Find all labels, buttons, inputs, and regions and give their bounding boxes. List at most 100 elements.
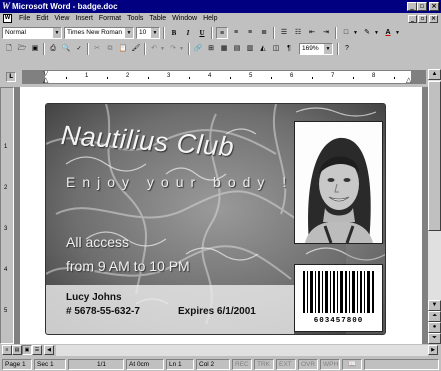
- show-hide-icon[interactable]: ¶: [283, 43, 295, 55]
- print-icon[interactable]: ⎙: [47, 43, 59, 55]
- menu-help[interactable]: Help: [200, 13, 220, 25]
- spelling-status-icon[interactable]: 📖: [342, 359, 362, 370]
- print-layout-view-icon[interactable]: ▣: [22, 345, 32, 355]
- tab-selector-icon[interactable]: L: [6, 72, 16, 82]
- zoom-select[interactable]: 169% ▼: [299, 43, 333, 55]
- menu-tools[interactable]: Tools: [124, 13, 146, 25]
- chevron-down-icon[interactable]: ▼: [151, 28, 159, 38]
- formatting-toolbar: Normal ▼ Times New Roman ▼ 10 ▼ B I U ≡ …: [0, 25, 441, 41]
- scroll-up-icon[interactable]: ▲: [428, 69, 441, 80]
- status-rec[interactable]: REC: [232, 359, 252, 370]
- scroll-right-icon[interactable]: ▶: [428, 345, 438, 355]
- chevron-down-icon[interactable]: ▼: [125, 28, 133, 38]
- select-browse-object-icon[interactable]: ●: [428, 322, 441, 333]
- highlight-icon[interactable]: ✎: [361, 27, 373, 39]
- chevron-down-icon[interactable]: ▼: [373, 27, 380, 39]
- cut-icon[interactable]: ✂: [91, 43, 103, 55]
- left-indent-icon[interactable]: △: [43, 77, 48, 83]
- save-icon[interactable]: ▣: [29, 43, 41, 55]
- new-icon[interactable]: 🗋: [3, 43, 15, 55]
- close-icon[interactable]: ×: [429, 2, 439, 11]
- italic-button[interactable]: I: [182, 27, 194, 39]
- ruler-label: 2: [126, 73, 130, 79]
- menu-edit[interactable]: Edit: [33, 13, 51, 25]
- toolbar-separator: [337, 43, 339, 55]
- vertical-ruler[interactable]: 1 2 3 4 5: [0, 87, 14, 344]
- align-right-icon[interactable]: ≡: [244, 27, 256, 39]
- open-icon[interactable]: 🗁: [16, 43, 28, 55]
- status-ovr[interactable]: OVR: [298, 359, 318, 370]
- next-page-icon[interactable]: ⏷: [428, 333, 441, 344]
- font-size-select[interactable]: 10 ▼: [136, 27, 160, 39]
- menu-insert[interactable]: Insert: [72, 13, 96, 25]
- align-left-icon[interactable]: ≡: [216, 27, 228, 39]
- scroll-left-icon[interactable]: ◀: [44, 345, 54, 355]
- menu-window[interactable]: Window: [169, 13, 200, 25]
- menu-format[interactable]: Format: [96, 13, 124, 25]
- web-layout-view-icon[interactable]: ▤: [12, 345, 22, 355]
- right-indent-icon[interactable]: △: [406, 77, 411, 83]
- help-icon[interactable]: ?: [341, 43, 353, 55]
- chevron-down-icon[interactable]: ▼: [352, 27, 359, 39]
- insert-excel-icon[interactable]: ▤: [231, 43, 243, 55]
- style-select[interactable]: Normal ▼: [2, 27, 62, 39]
- minimize-icon[interactable]: _: [407, 2, 417, 11]
- horizontal-ruler[interactable]: 1 2 3 4 5 6 7 8 ▽ △ △: [22, 70, 426, 84]
- document-control-icon[interactable]: W: [3, 14, 12, 23]
- doc-close-icon[interactable]: ×: [429, 15, 438, 23]
- toolbar-separator: [335, 27, 337, 39]
- justify-icon[interactable]: ≣: [258, 27, 270, 39]
- club-tagline: Enjoy your body !: [66, 174, 294, 190]
- format-painter-icon[interactable]: 🖌: [130, 43, 142, 55]
- chevron-down-icon[interactable]: ▼: [53, 28, 61, 38]
- drawing-icon[interactable]: ◭: [257, 43, 269, 55]
- chevron-down-icon[interactable]: ▼: [324, 44, 332, 54]
- numbering-icon[interactable]: ☰: [278, 27, 290, 39]
- chevron-down-icon[interactable]: ▼: [394, 27, 401, 39]
- menu-view[interactable]: View: [51, 13, 72, 25]
- status-trk[interactable]: TRK: [254, 359, 274, 370]
- document-map-icon[interactable]: ◫: [270, 43, 282, 55]
- status-empty-field: [364, 359, 439, 370]
- title-bar[interactable]: W Microsoft Word - badge.doc _ ▫ ×: [0, 0, 441, 13]
- print-preview-icon[interactable]: 🔍: [60, 43, 72, 55]
- id-badge[interactable]: Nautilius Club Enjoy your body ! All acc…: [45, 103, 386, 335]
- doc-minimize-icon[interactable]: _: [408, 15, 417, 23]
- align-center-icon[interactable]: ≡: [230, 27, 242, 39]
- menu-file[interactable]: File: [16, 13, 33, 25]
- vertical-scroll-thumb[interactable]: [428, 81, 441, 231]
- bold-button[interactable]: B: [168, 27, 180, 39]
- menu-table[interactable]: Table: [146, 13, 169, 25]
- member-photo[interactable]: [294, 121, 383, 244]
- word-app-icon[interactable]: W: [2, 1, 12, 11]
- outline-view-icon[interactable]: ☰: [32, 345, 42, 355]
- tables-borders-icon[interactable]: ⊞: [205, 43, 217, 55]
- borders-icon[interactable]: □: [340, 27, 352, 39]
- insert-table-icon[interactable]: ▦: [218, 43, 230, 55]
- copy-icon[interactable]: ⧉: [104, 43, 116, 55]
- member-name: Lucy Johns: [66, 292, 122, 303]
- spelling-icon[interactable]: ✓: [73, 43, 85, 55]
- maximize-icon[interactable]: ▫: [417, 2, 427, 11]
- doc-restore-icon[interactable]: ▫: [418, 15, 427, 23]
- decrease-indent-icon[interactable]: ⇤: [306, 27, 318, 39]
- horizontal-scroll-track[interactable]: [56, 345, 428, 356]
- font-color-icon[interactable]: A: [382, 27, 394, 39]
- underline-button[interactable]: U: [196, 27, 208, 39]
- chevron-down-icon[interactable]: ▼: [178, 43, 185, 55]
- paste-icon[interactable]: 📋: [117, 43, 129, 55]
- columns-icon[interactable]: ▥: [244, 43, 256, 55]
- status-ext[interactable]: EXT: [276, 359, 296, 370]
- status-wph[interactable]: WPH: [320, 359, 340, 370]
- vertical-scrollbar[interactable]: ▲ ▼ ⏶ ● ⏷: [428, 69, 441, 344]
- previous-page-icon[interactable]: ⏶: [428, 311, 441, 322]
- chevron-down-icon[interactable]: ▼: [159, 43, 166, 55]
- scroll-down-icon[interactable]: ▼: [428, 300, 441, 311]
- menu-list: File Edit View Insert Format Tools Table…: [16, 13, 220, 25]
- increase-indent-icon[interactable]: ⇥: [320, 27, 332, 39]
- font-select[interactable]: Times New Roman ▼: [64, 27, 134, 39]
- ruler-label: 3: [167, 73, 171, 79]
- hyperlink-icon[interactable]: 🔗: [192, 43, 204, 55]
- normal-view-icon[interactable]: ≡: [2, 345, 12, 355]
- bullets-icon[interactable]: ☷: [292, 27, 304, 39]
